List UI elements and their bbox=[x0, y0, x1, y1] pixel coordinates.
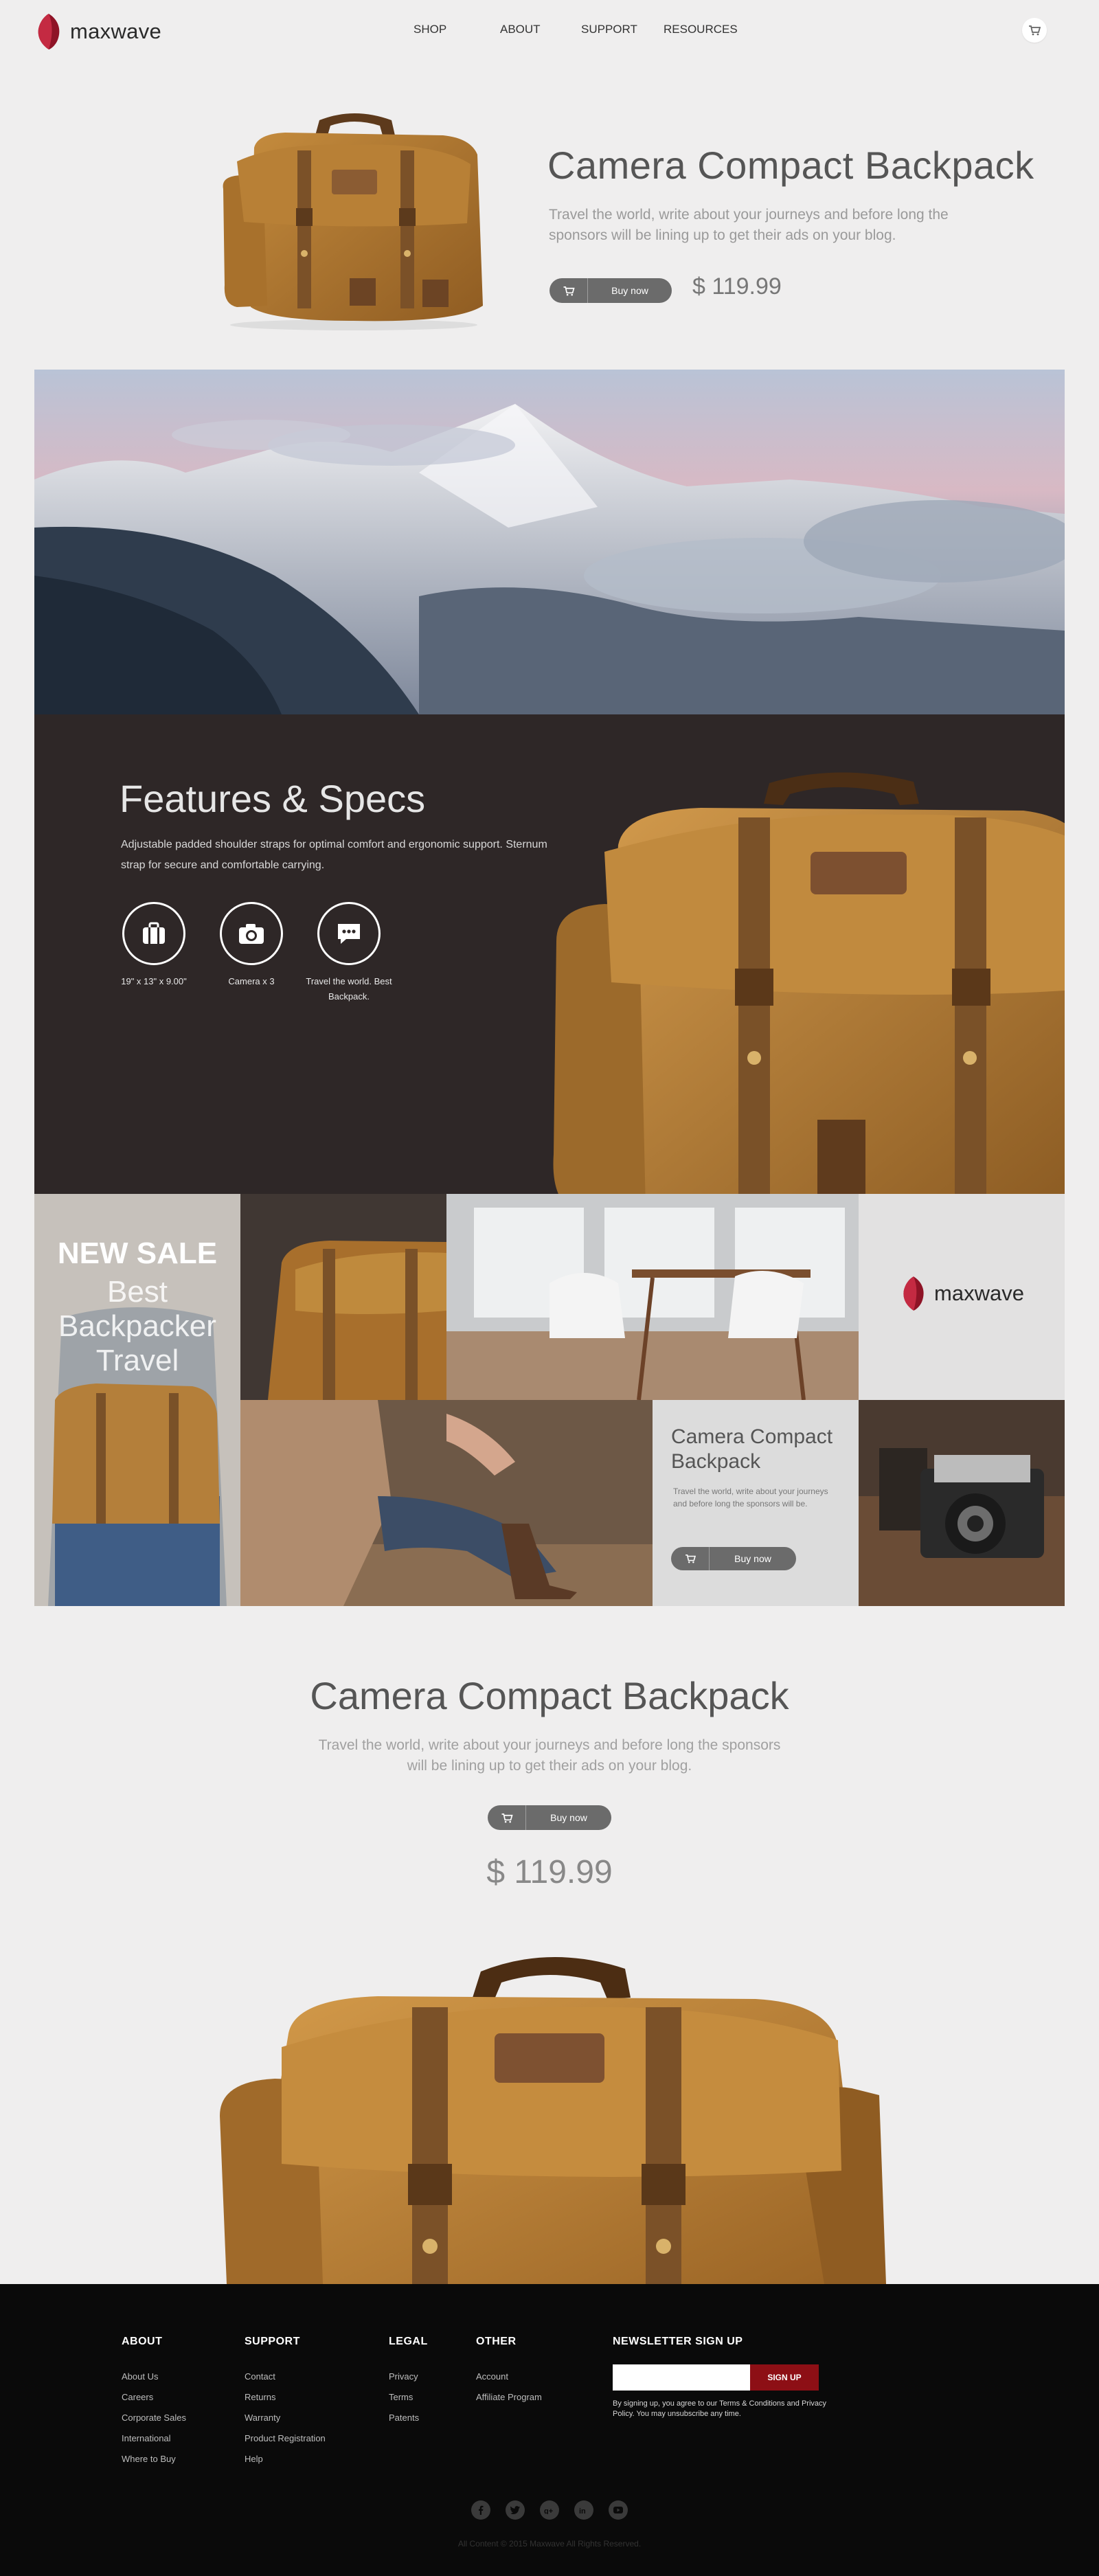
chairs-tile[interactable] bbox=[446, 1194, 859, 1400]
features-backpack-image bbox=[553, 772, 1065, 1194]
footer-column-other: OTHER Account Affiliate Program bbox=[476, 2336, 542, 2408]
product-backpack-image bbox=[220, 1956, 886, 2284]
mountain-banner-image bbox=[34, 370, 1065, 714]
linkedin-icon[interactable]: in bbox=[574, 2500, 593, 2520]
nav-support[interactable]: SUPPORT bbox=[581, 23, 637, 36]
newsletter-heading: NEWSLETTER SIGN UP bbox=[613, 2336, 743, 2347]
cart-icon bbox=[1029, 25, 1041, 36]
footer-link[interactable]: Contact bbox=[245, 2366, 326, 2387]
copyright-text: All Content © 2015 Maxwave All Rights Re… bbox=[457, 2539, 642, 2549]
spec-travel-label: Travel the world. Best Backpack. bbox=[306, 976, 392, 1002]
sale-tile[interactable]: NEW SALE Best Backpacker Travel bbox=[34, 1194, 240, 1606]
youtube-icon[interactable] bbox=[609, 2500, 628, 2520]
tile-logo-text: maxwave bbox=[934, 1281, 1024, 1305]
footer-link[interactable]: Terms bbox=[389, 2387, 428, 2408]
spec-dimensions-label: 19" x 13" x 9.00" bbox=[121, 976, 187, 986]
tile-logo[interactable]: maxwave bbox=[900, 1275, 1024, 1312]
sale-title: NEW SALE bbox=[57, 1236, 218, 1270]
product-buy-label: Buy now bbox=[550, 1812, 587, 1823]
footer-link[interactable]: Corporate Sales bbox=[122, 2408, 186, 2428]
footer-heading: LEGAL bbox=[389, 2336, 428, 2347]
header-cart-button[interactable] bbox=[1022, 18, 1047, 43]
footer-column-about: ABOUT About Us Careers Corporate Sales I… bbox=[122, 2336, 186, 2470]
footer-link[interactable]: Product Registration bbox=[245, 2428, 326, 2449]
chat-icon bbox=[317, 902, 381, 965]
footer-heading: OTHER bbox=[476, 2336, 517, 2347]
footer-link[interactable]: Account bbox=[476, 2366, 542, 2387]
sale-subtitle: Best Backpacker Travel bbox=[58, 1275, 216, 1377]
card-buy-button[interactable]: Buy now bbox=[671, 1547, 796, 1570]
footer-link[interactable]: Careers bbox=[122, 2387, 186, 2408]
hero-buy-button[interactable]: Buy now bbox=[550, 278, 672, 303]
footer-link[interactable]: Warranty bbox=[245, 2408, 326, 2428]
newsletter-signup-button[interactable]: SIGN UP bbox=[750, 2364, 819, 2391]
nav-resources[interactable]: RESOURCES bbox=[664, 23, 738, 36]
google-plus-icon[interactable]: g+ bbox=[540, 2500, 559, 2520]
product-description: Travel the world, write about your journ… bbox=[318, 1737, 781, 1774]
bag-closeup-image bbox=[240, 1194, 446, 1400]
footer-link[interactable]: Privacy bbox=[389, 2366, 428, 2387]
newsletter-signup: NEWSLETTER SIGN UP SIGN UP By signing up… bbox=[613, 2336, 826, 2418]
product-card-tile: Camera Compact Backpack Travel the world… bbox=[653, 1400, 859, 1606]
features-section: Features & Specs Adjustable padded shoul… bbox=[34, 714, 1065, 1194]
product-title: Camera Compact Backpack bbox=[310, 1674, 789, 1717]
hero-backpack-image bbox=[223, 113, 483, 330]
camera-image bbox=[859, 1400, 1065, 1606]
nav-about[interactable]: ABOUT bbox=[500, 23, 541, 36]
social-links: g+ in bbox=[0, 2500, 1099, 2520]
newsletter-form: SIGN UP bbox=[613, 2364, 819, 2391]
site-footer: ABOUT About Us Careers Corporate Sales I… bbox=[0, 2284, 1099, 2576]
cart-icon bbox=[550, 278, 588, 303]
hero-price: $ 119.99 bbox=[692, 273, 782, 300]
footer-link[interactable]: Where to Buy bbox=[122, 2449, 186, 2470]
footer-link[interactable]: Patents bbox=[389, 2408, 428, 2428]
brand-tile: maxwave bbox=[859, 1194, 1065, 1400]
suitcase-icon bbox=[122, 902, 185, 965]
hero-description: Travel the world, write about your journ… bbox=[549, 207, 949, 243]
footer-heading: ABOUT bbox=[122, 2336, 163, 2347]
gallery-mosaic: NEW SALE Best Backpacker Travel maxwave … bbox=[34, 1194, 1065, 1606]
traveler-image bbox=[240, 1400, 653, 1606]
newsletter-note: By signing up, you agree to our Terms & … bbox=[613, 2399, 827, 2418]
footer-link[interactable]: About Us bbox=[122, 2366, 186, 2387]
product-buy-button[interactable]: Buy now bbox=[488, 1805, 611, 1830]
site-header: maxwave SHOP ABOUT SUPPORT RESOURCES bbox=[0, 0, 1099, 63]
twitter-icon[interactable] bbox=[506, 2500, 525, 2520]
svg-text:in: in bbox=[579, 2507, 586, 2514]
cart-icon bbox=[671, 1547, 710, 1570]
traveler-tile[interactable] bbox=[240, 1400, 653, 1606]
features-description: Adjustable padded shoulder straps for op… bbox=[121, 839, 547, 871]
footer-column-support: SUPPORT Contact Returns Warranty Product… bbox=[245, 2336, 326, 2470]
card-buy-label: Buy now bbox=[734, 1553, 771, 1564]
svg-text:g+: g+ bbox=[544, 2507, 553, 2514]
hero-buy-label: Buy now bbox=[611, 285, 648, 296]
camera-icon bbox=[220, 902, 283, 965]
hero-title: Camera Compact Backpack bbox=[547, 144, 1034, 187]
footer-heading: SUPPORT bbox=[245, 2336, 300, 2347]
logo-icon bbox=[903, 1276, 924, 1311]
card-description: Travel the world, write about your journ… bbox=[673, 1487, 828, 1509]
main-nav: SHOP ABOUT SUPPORT RESOURCES bbox=[0, 23, 1099, 43]
facebook-icon[interactable] bbox=[471, 2500, 490, 2520]
card-title: Camera Compact Backpack bbox=[671, 1425, 833, 1473]
product-price: $ 119.99 bbox=[486, 1854, 613, 1890]
footer-link[interactable]: Affiliate Program bbox=[476, 2387, 542, 2408]
footer-link[interactable]: Returns bbox=[245, 2387, 326, 2408]
footer-link[interactable]: Help bbox=[245, 2449, 326, 2470]
footer-column-legal: LEGAL Privacy Terms Patents bbox=[389, 2336, 428, 2428]
cart-icon bbox=[488, 1805, 526, 1830]
footer-link[interactable]: International bbox=[122, 2428, 186, 2449]
newsletter-email-input[interactable] bbox=[613, 2364, 750, 2391]
bag-closeup-tile[interactable] bbox=[240, 1194, 446, 1400]
features-title: Features & Specs bbox=[120, 777, 426, 820]
nav-shop[interactable]: SHOP bbox=[413, 23, 446, 36]
chairs-image bbox=[446, 1194, 859, 1400]
spec-camera-label: Camera x 3 bbox=[228, 976, 275, 986]
camera-tile[interactable] bbox=[859, 1400, 1065, 1606]
